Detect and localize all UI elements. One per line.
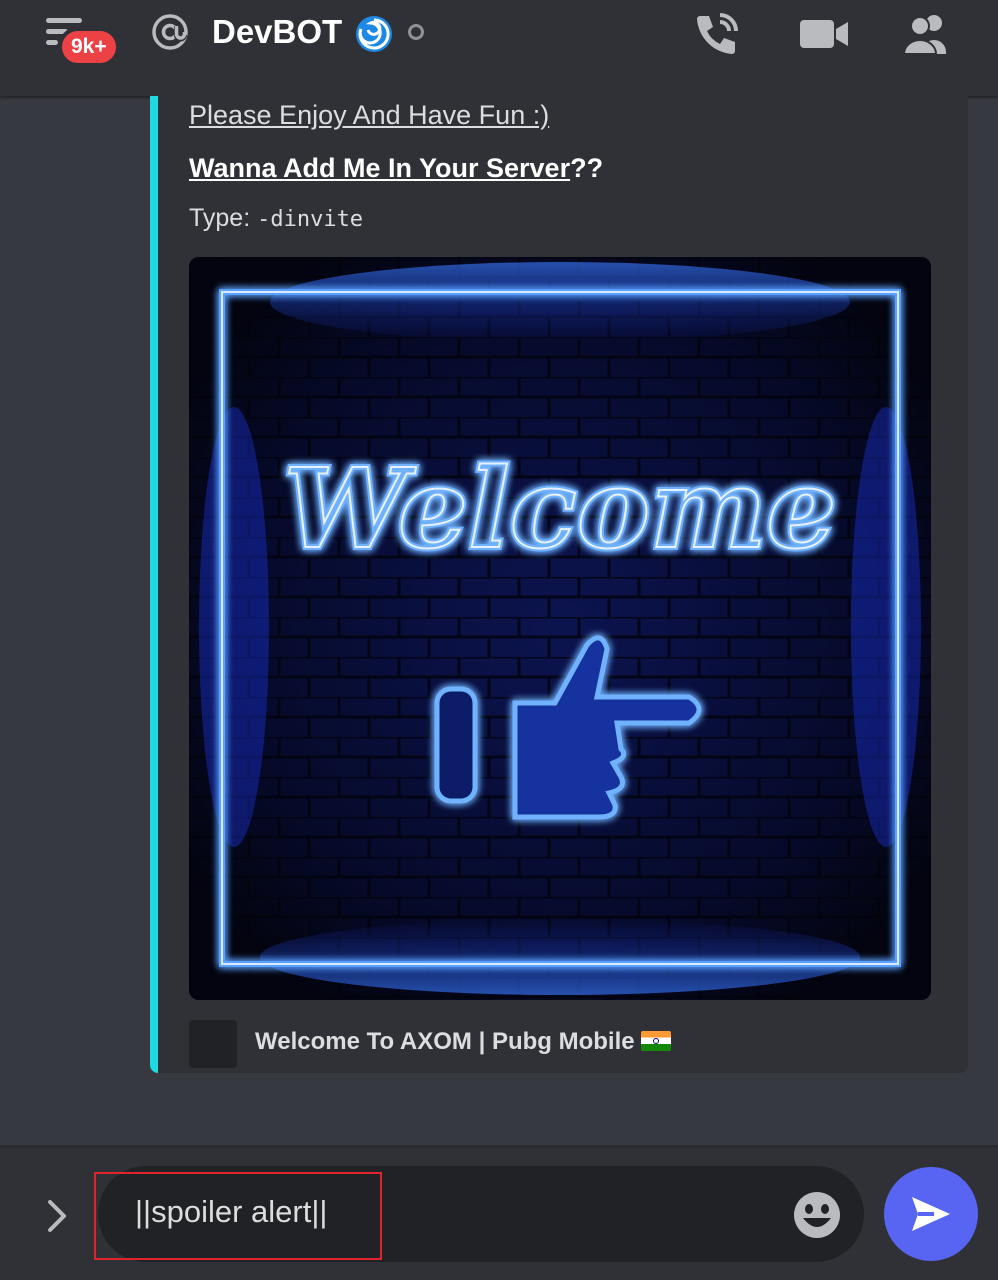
invite-link[interactable]: Wanna Add Me In Your Server xyxy=(189,153,570,183)
chat-header: 9k+ DevBOT xyxy=(0,0,998,96)
embed-footer: Welcome To AXOM | Pubg Mobile xyxy=(255,1028,671,1056)
cyclone-emoji-icon xyxy=(356,16,392,52)
invite-heading-suffix: ?? xyxy=(570,153,604,183)
embed-command-hint: Type: -dinvite xyxy=(189,204,363,233)
command-label: Type: xyxy=(189,204,258,232)
embed-invite-heading: Wanna Add Me In Your Server?? xyxy=(189,153,603,184)
welcome-neon-text-core: Welcome xyxy=(283,444,836,573)
chevron-right-icon[interactable] xyxy=(42,1198,72,1234)
neon-welcome-graphic: Welcome Welcome xyxy=(189,257,931,1000)
members-icon[interactable] xyxy=(900,12,954,56)
voice-call-icon[interactable] xyxy=(692,10,744,58)
channel-title[interactable]: DevBOT xyxy=(212,10,342,54)
send-icon xyxy=(912,1197,950,1231)
send-button[interactable] xyxy=(884,1167,978,1261)
at-icon xyxy=(152,14,188,50)
video-call-icon[interactable] xyxy=(798,14,850,54)
notification-badge: 9k+ xyxy=(58,27,120,67)
welcome-neon-image[interactable]: Welcome Welcome xyxy=(189,257,931,1000)
india-flag-icon xyxy=(640,1031,671,1051)
bot-embed: Please Enjoy And Have Fun :) Wanna Add M… xyxy=(150,96,968,1073)
embed-description-line[interactable]: Please Enjoy And Have Fun :) xyxy=(189,100,549,131)
annotation-highlight-box xyxy=(94,1172,382,1260)
emoji-picker-icon[interactable] xyxy=(792,1190,842,1240)
command-code: -dinvite xyxy=(257,207,364,232)
embed-footer-icon xyxy=(189,1020,237,1068)
embed-footer-text: Welcome To AXOM | Pubg Mobile xyxy=(255,1028,635,1055)
offline-status-icon xyxy=(408,24,424,40)
